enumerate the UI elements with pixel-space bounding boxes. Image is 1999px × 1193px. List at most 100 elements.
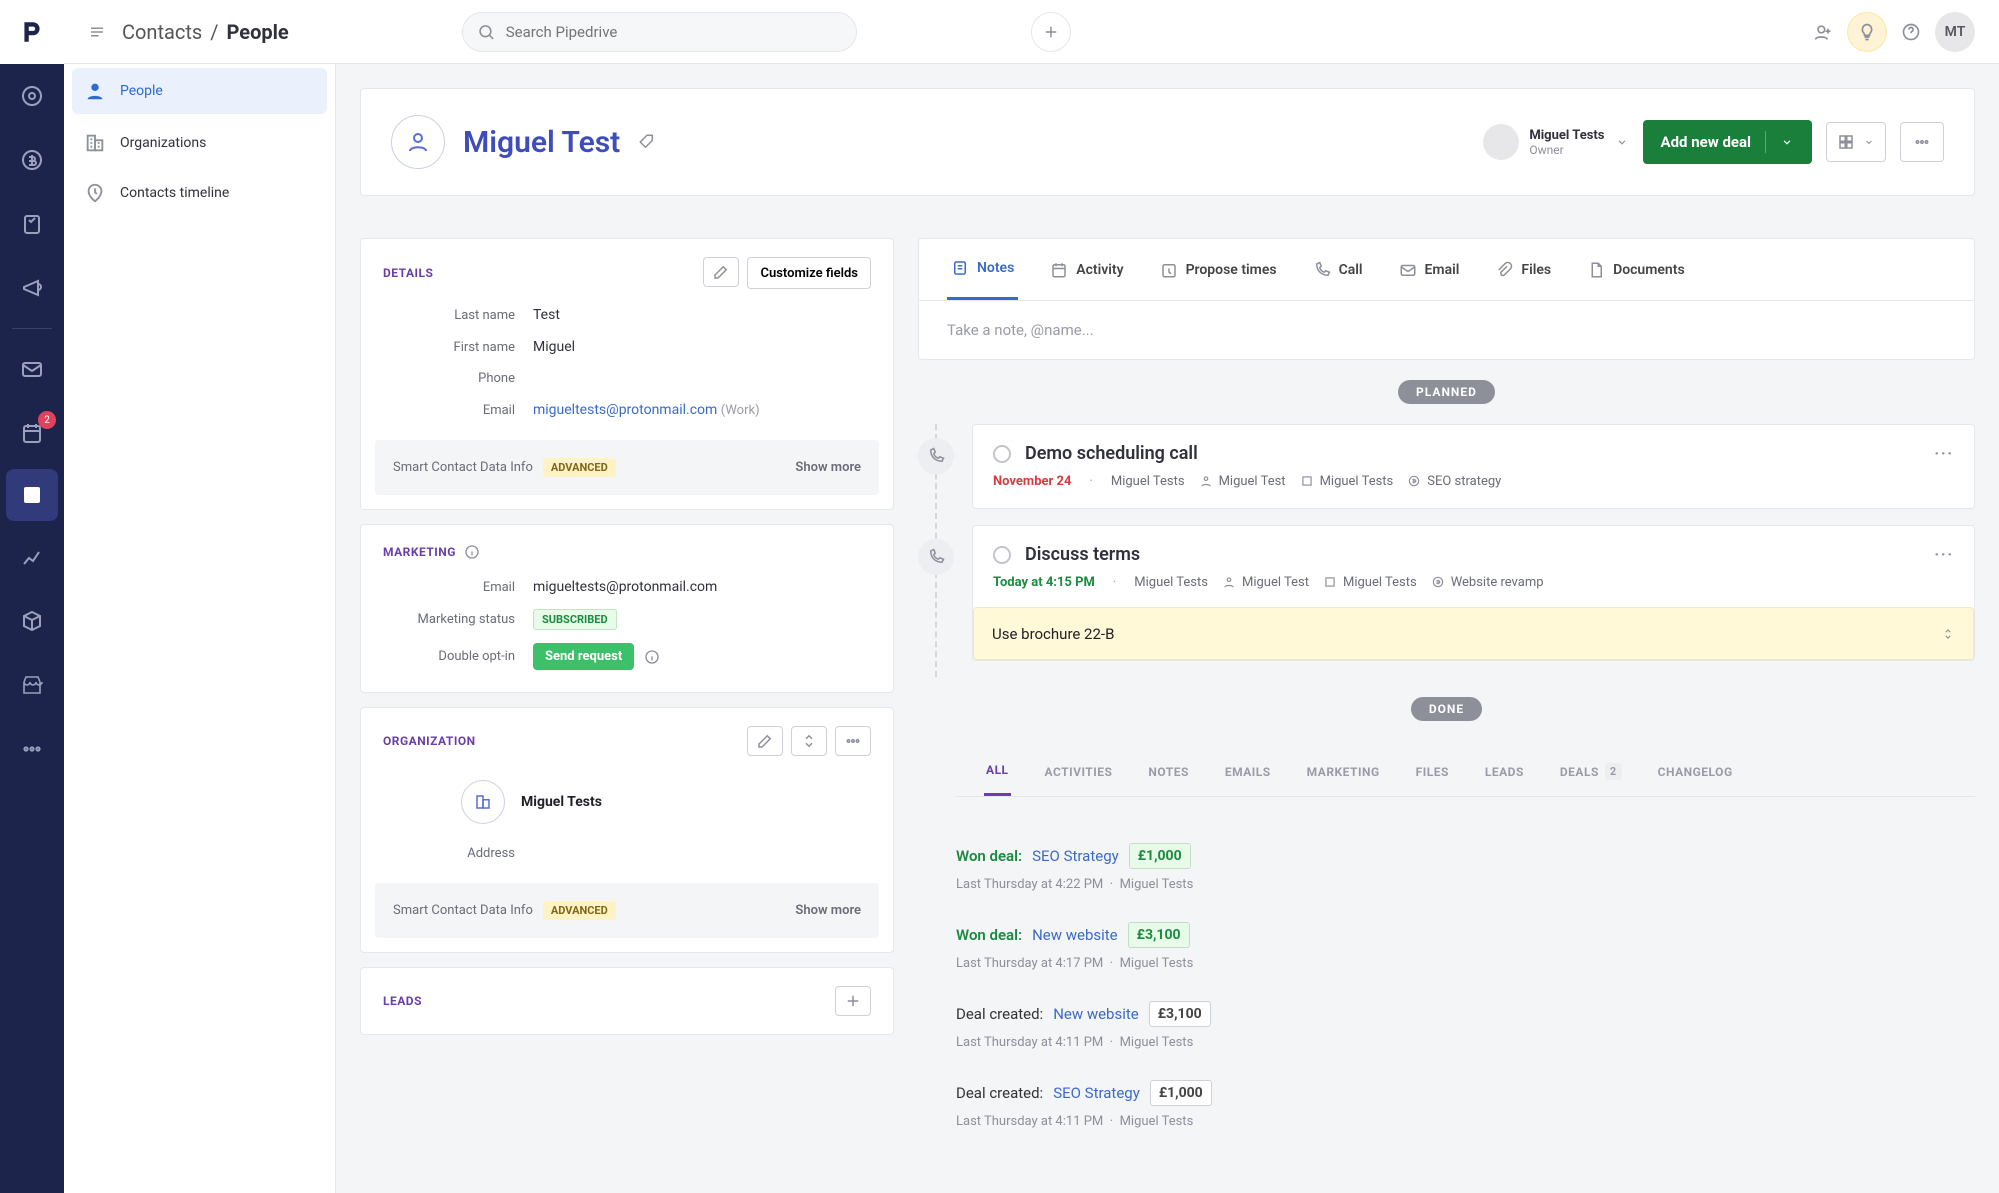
done-deal-link[interactable]: New website — [1032, 926, 1118, 944]
filter-emails[interactable]: EMAILS — [1223, 747, 1273, 796]
done-deal-link[interactable]: SEO Strategy — [1053, 1084, 1140, 1102]
subscribed-badge: SUBSCRIBED — [533, 609, 617, 630]
subnav-people[interactable]: People — [72, 68, 327, 114]
nav-marketplace-icon[interactable] — [0, 653, 64, 717]
topbar: Contacts / People MT — [64, 0, 1999, 64]
nav-rail: 2 — [0, 0, 64, 1193]
done-item: Won deal: SEO Strategy £1,000 Last Thurs… — [956, 843, 1975, 892]
org-avatar — [461, 780, 505, 824]
activity-title: Demo scheduling call — [1025, 443, 1198, 464]
tab-files[interactable]: Files — [1491, 239, 1555, 300]
activity-note: Use brochure 22-B — [992, 625, 1114, 643]
subnav-timeline[interactable]: Contacts timeline — [64, 168, 335, 218]
show-more-details[interactable]: Show more — [795, 460, 861, 475]
person-header-card: Miguel Test Miguel Tests Owner — [360, 88, 1975, 196]
activity-card[interactable]: Demo scheduling call ··· November 24 Mig… — [972, 424, 1975, 509]
edit-org-icon[interactable] — [747, 726, 783, 756]
invite-user-icon[interactable] — [1813, 22, 1833, 42]
filter-leads[interactable]: LEADS — [1483, 747, 1526, 796]
nav-more-icon[interactable] — [0, 717, 64, 781]
quick-add-button[interactable] — [1031, 12, 1071, 52]
contacts-subnav: People Organizations Contacts timeline — [64, 64, 336, 1193]
nav-activities-badge: 2 — [38, 411, 56, 429]
more-actions-button[interactable] — [1900, 122, 1944, 162]
marketing-title: MARKETING — [383, 545, 456, 559]
tag-icon[interactable] — [638, 133, 656, 151]
amount-badge: £1,000 — [1150, 1080, 1212, 1106]
filter-files[interactable]: FILES — [1414, 747, 1451, 796]
last-name-value: Test — [533, 307, 560, 323]
logo[interactable] — [0, 0, 64, 64]
filter-all[interactable]: ALL — [984, 747, 1011, 796]
global-search[interactable] — [462, 12, 857, 52]
details-card: DETAILS Customize fields Last nameTest F… — [360, 238, 894, 510]
user-avatar[interactable]: MT — [1935, 12, 1975, 52]
filter-changelog[interactable]: CHANGELOG — [1656, 747, 1735, 796]
nav-products-icon[interactable] — [0, 589, 64, 653]
activity-date: November 24 — [993, 474, 1071, 489]
advanced-badge: ADVANCED — [543, 458, 616, 477]
organization-card: ORGANIZATION — [360, 707, 894, 953]
amount-badge: £3,100 — [1149, 1001, 1211, 1027]
advanced-badge-org: ADVANCED — [543, 901, 616, 920]
tab-propose[interactable]: Propose times — [1156, 239, 1281, 300]
send-request-button[interactable]: Send request — [533, 643, 634, 670]
add-lead-button[interactable] — [835, 986, 871, 1016]
activity-checkbox[interactable] — [993, 445, 1011, 463]
activity-card[interactable]: Discuss terms ··· Today at 4:15 PM Migue… — [972, 525, 1975, 661]
nav-projects-icon[interactable] — [0, 192, 64, 256]
customize-fields-button[interactable]: Customize fields — [747, 257, 871, 289]
filter-notes[interactable]: NOTES — [1146, 747, 1190, 796]
done-deal-link[interactable]: New website — [1053, 1005, 1139, 1023]
leads-card: LEADS — [360, 967, 894, 1035]
breadcrumb-contacts[interactable]: Contacts — [122, 20, 202, 44]
tab-call[interactable]: Call — [1309, 239, 1367, 300]
smart-contact-label: Smart Contact Data Info — [393, 460, 533, 475]
note-expand-icon[interactable] — [1941, 624, 1955, 643]
filter-marketing[interactable]: MARKETING — [1305, 747, 1382, 796]
nav-deals-icon[interactable] — [0, 128, 64, 192]
show-more-org[interactable]: Show more — [795, 903, 861, 918]
org-name[interactable]: Miguel Tests — [521, 794, 602, 810]
person-name[interactable]: Miguel Test — [463, 125, 620, 160]
tips-icon[interactable] — [1847, 12, 1887, 52]
help-icon[interactable] — [1901, 22, 1921, 42]
nav-campaigns-icon[interactable] — [0, 256, 64, 320]
owner-selector[interactable]: Miguel Tests Owner — [1483, 124, 1628, 160]
rail-divider — [12, 328, 52, 329]
add-new-deal-button[interactable]: Add new deal — [1643, 120, 1813, 164]
tab-email[interactable]: Email — [1395, 239, 1464, 300]
tab-notes[interactable]: Notes — [947, 239, 1018, 300]
breadcrumb: Contacts / People — [122, 20, 289, 44]
filter-activities[interactable]: ACTIVITIES — [1043, 747, 1115, 796]
activity-more-icon[interactable]: ··· — [1935, 547, 1955, 563]
menu-toggle-icon[interactable] — [88, 23, 106, 41]
edit-details-icon[interactable] — [703, 257, 739, 287]
filter-deals[interactable]: DEALS2 — [1558, 747, 1624, 796]
note-input[interactable]: Take a note, @name... — [919, 301, 1974, 359]
tab-documents[interactable]: Documents — [1583, 239, 1689, 300]
nav-activities-icon[interactable]: 2 — [0, 401, 64, 465]
layout-button[interactable] — [1826, 122, 1886, 162]
nav-mail-icon[interactable] — [0, 337, 64, 401]
subnav-organizations[interactable]: Organizations — [64, 118, 335, 168]
expand-org-icon[interactable] — [791, 726, 827, 756]
call-icon — [918, 438, 954, 474]
planned-badge: PLANNED — [1398, 380, 1495, 404]
activity-date: Today at 4:15 PM — [993, 575, 1095, 590]
more-org-icon[interactable] — [835, 726, 871, 756]
activity-checkbox[interactable] — [993, 546, 1011, 564]
nav-insights-icon[interactable] — [0, 525, 64, 589]
done-deal-link[interactable]: SEO Strategy — [1032, 847, 1119, 865]
global-search-input[interactable] — [506, 23, 843, 41]
activity-more-icon[interactable]: ··· — [1935, 446, 1955, 462]
organization-title: ORGANIZATION — [383, 734, 476, 748]
first-name-value: Miguel — [533, 339, 575, 355]
nav-leads-icon[interactable] — [0, 64, 64, 128]
activity-title: Discuss terms — [1025, 544, 1140, 565]
nav-contacts-icon[interactable] — [6, 469, 58, 521]
owner-avatar — [1483, 124, 1519, 160]
details-title: DETAILS — [383, 266, 433, 280]
amount-badge: £3,100 — [1128, 922, 1190, 948]
tab-activity[interactable]: Activity — [1046, 239, 1127, 300]
